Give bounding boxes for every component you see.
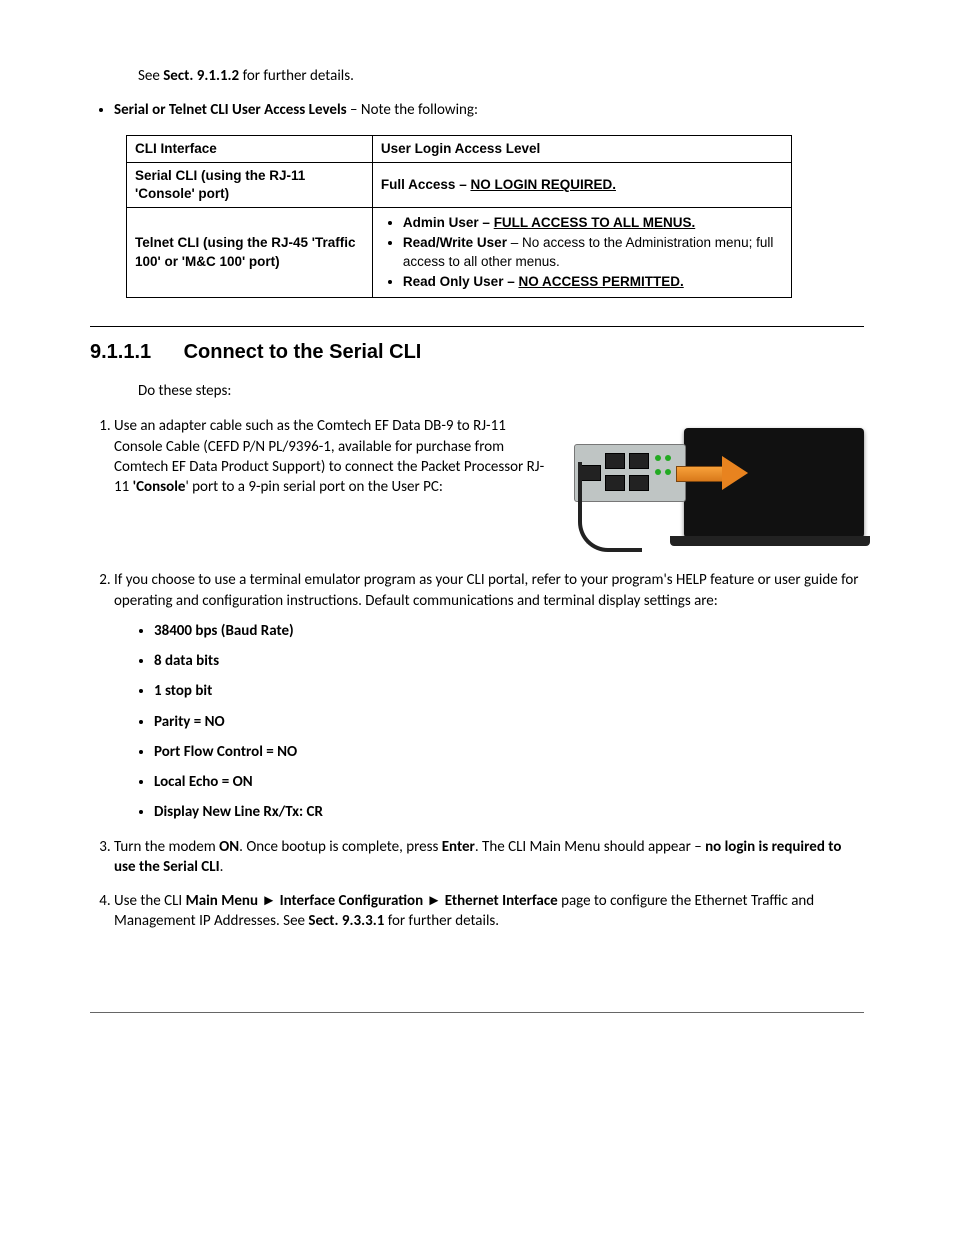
text: Read Only User – [403,274,519,289]
text: . [220,858,224,876]
text: Use the CLI [114,892,186,910]
bold-text: Sect. 9.3.3.1 [308,912,384,930]
setting-item: 38400 bps (Baud Rate) [154,621,864,641]
intro-bullet: Serial or Telnet CLI User Access Levels … [114,100,864,120]
access-item-readwrite: Read/Write User – No access to the Admin… [403,234,783,270]
text: Admin User – [403,215,494,230]
cli-access-table: CLI Interface User Login Access Level Se… [126,135,792,299]
text: ' port to a 9-pin serial port on the Use… [185,478,442,496]
section-number: 9.1.1.1 [90,339,178,366]
access-item-admin: Admin User – FULL ACCESS TO ALL MENUS. [403,214,783,232]
setting-item: Display New Line Rx/Tx: CR [154,802,864,822]
arrow-icon [676,460,746,486]
underlined-text: NO LOGIN REQUIRED. [470,177,616,192]
steps-list: Use an adapter cable such as the Comtech… [90,416,864,931]
step-2: If you choose to use a terminal emulator… [114,570,864,822]
text: Turn the modem [114,838,219,856]
text: Read/Write User [403,235,507,250]
table-row1-interface: Serial CLI (using the RJ-11 'Console' po… [127,162,373,207]
table-row1-access: Full Access – NO LOGIN REQUIRED. [372,162,791,207]
see-reference-line: See Sect. 9.1.1.2 for further details. [138,66,864,86]
bold-text: 'Console [133,478,186,496]
intro-bullet-list: Serial or Telnet CLI User Access Levels … [90,100,864,120]
setting-item: Parity = NO [154,712,864,732]
step-1: Use an adapter cable such as the Comtech… [114,416,864,556]
setting-item: Port Flow Control = NO [154,742,864,762]
setting-item: Local Echo = ON [154,772,864,792]
laptop-base-icon [670,536,870,546]
text: . Once bootup is complete, press [239,838,442,856]
text: . The CLI Main Menu should appear – [475,838,705,856]
table-row2-access: Admin User – FULL ACCESS TO ALL MENUS. R… [372,208,791,298]
step-1-text: Use an adapter cable such as the Comtech… [114,416,548,497]
table-row2-interface: Telnet CLI (using the RJ-45 'Traffic 100… [127,208,373,298]
intro-block: See Sect. 9.1.1.2 for further details. [138,66,864,86]
cable-icon [578,498,642,552]
setting-item: 8 data bits [154,651,864,671]
do-steps-label: Do these steps: [138,381,864,401]
section-title: Connect to the Serial CLI [184,341,422,363]
bold-text: Enter [442,838,475,856]
step-3: Turn the modem ON. Once bootup is comple… [114,837,864,878]
router-icon [574,444,686,502]
bullet-bold-text: Serial or Telnet CLI User Access Levels [114,101,347,119]
text: See [138,67,163,85]
section-ref: Sect. 9.1.1.2 [163,67,239,85]
footer-divider [90,1012,864,1013]
cable-icon [578,462,582,502]
bold-text: Main Menu ► Interface Configuration ► Et… [186,892,558,910]
section-heading: 9.1.1.1 Connect to the Serial CLI [90,339,864,366]
terminal-settings-list: 38400 bps (Baud Rate) 8 data bits 1 stop… [114,621,864,823]
bullet-rest-text: – Note the following: [347,101,478,119]
connection-figure [564,416,864,556]
page-content: See Sect. 9.1.1.2 for further details. S… [90,66,864,1013]
text: Serial CLI (using the RJ-11 'Console' po… [135,168,305,201]
text: for further details. [239,67,354,85]
access-item-readonly: Read Only User – NO ACCESS PERMITTED. [403,273,783,291]
setting-item: 1 stop bit [154,681,864,701]
text: Full Access – [381,177,471,192]
step-2-text: If you choose to use a terminal emulator… [114,571,859,609]
underlined-text: FULL ACCESS TO ALL MENUS. [494,215,696,230]
bold-text: ON [219,838,239,856]
text: for further details. [384,912,499,930]
underlined-text: NO ACCESS PERMITTED. [518,274,683,289]
step-4: Use the CLI Main Menu ► Interface Config… [114,891,864,932]
table-header-interface: CLI Interface [127,135,373,162]
table-header-access: User Login Access Level [372,135,791,162]
section-divider [90,326,864,327]
text: Telnet CLI (using the RJ-45 'Traffic 100… [135,235,356,268]
